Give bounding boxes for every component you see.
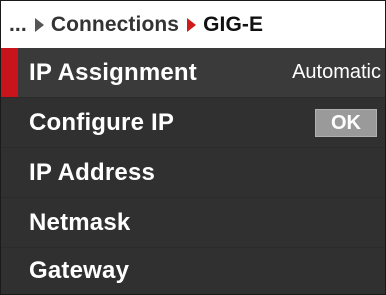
menu-item-ip-address[interactable]: IP Address [1,148,385,197]
menu-item-label: Netmask [29,208,131,236]
menu-item-label: Gateway [29,257,130,284]
menu-item-configure-ip[interactable]: Configure IP OK [1,98,385,147]
menu-item-label: IP Address [29,158,156,186]
breadcrumb-connections[interactable]: Connections [51,13,179,37]
breadcrumb-active-separator-icon [187,17,197,32]
menu-item-gateway[interactable]: Gateway [1,248,385,294]
selection-indicator [1,48,18,97]
breadcrumb-current: GIG-E [203,12,264,36]
breadcrumb: ... Connections GIG-E [1,1,385,48]
menu-item-netmask[interactable]: Netmask [1,198,385,247]
ok-button[interactable]: OK [315,109,377,137]
settings-panel: ... Connections GIG-E IP Assignment Auto… [0,0,386,295]
breadcrumb-ellipsis[interactable]: ... [9,13,27,37]
breadcrumb-separator-icon [34,17,44,32]
ip-assignment-value: Automatic [292,61,381,83]
menu-item-label: IP Assignment [29,58,197,86]
menu-list: IP Assignment Automatic Configure IP OK … [1,48,385,294]
menu-item-label: Configure IP [29,108,175,136]
menu-item-ip-assignment[interactable]: IP Assignment Automatic [1,48,385,97]
